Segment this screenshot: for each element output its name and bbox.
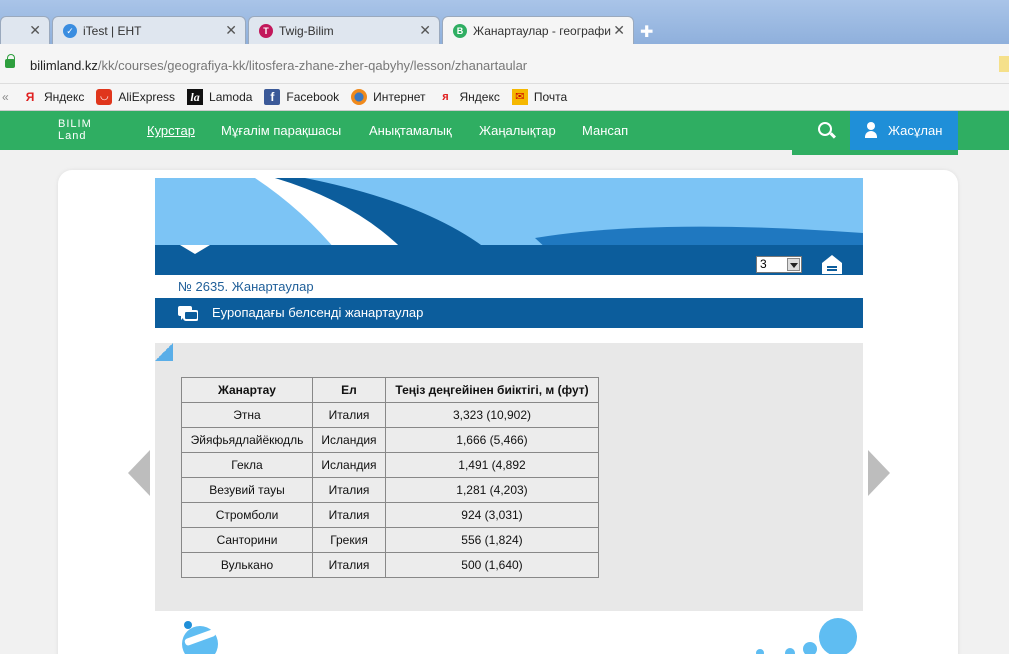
facebook-icon: f <box>264 89 281 105</box>
twig-favicon-icon: T <box>259 23 273 38</box>
new-tab-icon[interactable]: ✚ <box>640 22 653 42</box>
table-header-row: Жанартау Ел Теңіз деңгейінен биіктігі, м… <box>181 377 599 403</box>
cell-volcano: Вулькано <box>181 552 313 578</box>
nav-news[interactable]: Жаңалықтар <box>479 123 556 138</box>
mail-icon: ✉ <box>511 89 528 105</box>
bookmark-yandex-2[interactable]: я Яндекс <box>437 89 500 105</box>
firefox-icon <box>351 89 368 105</box>
extension-icon[interactable] <box>999 56 1009 72</box>
page-select[interactable]: 3 <box>756 256 802 273</box>
volcano-table: Жанартау Ел Теңіз деңгейінен биіктігі, м… <box>181 377 599 578</box>
close-tab-icon[interactable]: ✕ <box>613 22 625 39</box>
cell-volcano: Везувий тауы <box>181 477 313 503</box>
cell-volcano: Гекла <box>181 452 313 478</box>
user-icon <box>865 122 877 138</box>
cell-country: Грекия <box>312 527 386 553</box>
cell-country: Исландия <box>312 452 386 478</box>
table-row: Вулькано Италия 500 (1,640) <box>181 552 599 578</box>
cell-height: 1,281 (4,203) <box>385 477 599 503</box>
bookmarks-overflow-icon[interactable]: « <box>0 90 22 104</box>
bookmarks-bar: « Я Яндекс ◡ AliExpress la Lamoda f Face… <box>0 84 1009 111</box>
itest-favicon-icon: ✓ <box>63 23 77 38</box>
corner-fold <box>155 343 173 361</box>
cell-height: 1,491 (4,892 <box>385 452 599 478</box>
lesson-title: № 2635. Жанартаулар <box>178 279 314 294</box>
column-header: Жанартау <box>181 377 313 403</box>
tab-label: iTest | ЕНТ <box>83 23 142 38</box>
nav-teacher-page[interactable]: Мұғалім парақшасы <box>221 123 341 138</box>
nav-courses[interactable]: Курстар <box>147 123 195 138</box>
bilimland-favicon-icon: B <box>453 23 467 38</box>
table-row: Этна Италия 3,323 (10,902) <box>181 402 599 428</box>
cell-height: 3,323 (10,902) <box>385 402 599 428</box>
close-tab-icon[interactable]: ✕ <box>419 22 431 39</box>
bookmark-mail[interactable]: ✉ Почта <box>511 89 567 105</box>
lamoda-icon: la <box>187 89 204 105</box>
chevron-down-icon[interactable] <box>787 258 800 271</box>
cell-height: 1,666 (5,466) <box>385 427 599 453</box>
cell-country: Исландия <box>312 427 386 453</box>
close-tab-icon[interactable]: ✕ <box>29 22 41 39</box>
bookmark-lamoda[interactable]: la Lamoda <box>187 89 252 105</box>
bookmark-yandex[interactable]: Я Яндекс <box>22 89 85 105</box>
site-navbar: BILIM Land Курстар Мұғалім парақшасы Аны… <box>0 111 1009 150</box>
close-tab-icon[interactable]: ✕ <box>225 22 237 39</box>
table-row: Везувий тауы Италия 1,281 (4,203) <box>181 477 599 503</box>
bookmark-internet[interactable]: Интернет <box>351 89 425 105</box>
nav-reference[interactable]: Анықтамалық <box>369 123 452 138</box>
nav-career[interactable]: Мансап <box>582 123 628 138</box>
cell-height: 500 (1,640) <box>385 552 599 578</box>
home-icon[interactable] <box>821 254 843 274</box>
browser-tab-twig[interactable]: T Twig-Bilim ✕ <box>248 16 440 44</box>
column-header: Теңіз деңгейінен биіктігі, м (фут) <box>385 377 599 403</box>
cell-country: Италия <box>312 477 386 503</box>
cell-volcano: Эйяфьядлайёкюдль <box>181 427 313 453</box>
decoration-bubbles <box>756 618 857 654</box>
banner-pointer <box>180 245 210 254</box>
cell-height: 924 (3,031) <box>385 502 599 528</box>
address-bar[interactable]: bilimland.kz/kk/courses/geografiya-kk/li… <box>0 44 1009 84</box>
browser-tab-itest[interactable]: ✓ iTest | ЕНТ ✕ <box>52 16 246 44</box>
table-row: Санторини Грекия 556 (1,824) <box>181 527 599 553</box>
cell-volcano: Этна <box>181 402 313 428</box>
table-row: Эйяфьядлайёкюдль Исландия 1,666 (5,466) <box>181 427 599 453</box>
decoration-science-icon <box>182 621 218 654</box>
browser-tab-bar: ✕ ✓ iTest | ЕНТ ✕ T Twig-Bilim ✕ B Жанар… <box>0 0 1009 44</box>
browser-tab-active[interactable]: B Жанартаулар - географи ✕ <box>442 16 634 44</box>
table-row: Стромболи Италия 924 (3,031) <box>181 502 599 528</box>
url-text[interactable]: bilimland.kz/kk/courses/geografiya-kk/li… <box>30 58 527 73</box>
table-row: Гекла Исландия 1,491 (4,892 <box>181 452 599 478</box>
cell-height: 556 (1,824) <box>385 527 599 553</box>
bookmark-facebook[interactable]: f Facebook <box>264 89 339 105</box>
chat-icon <box>178 306 198 321</box>
user-button[interactable]: Жасұлан <box>850 111 958 150</box>
user-menu-underline <box>792 150 958 155</box>
prev-arrow-icon[interactable] <box>128 450 150 496</box>
lock-icon <box>5 54 15 68</box>
cell-volcano: Санторини <box>181 527 313 553</box>
cell-country: Италия <box>312 502 386 528</box>
yandex-icon: Я <box>25 90 35 104</box>
yandex-browser-icon: я <box>442 91 449 103</box>
browser-tab-0[interactable]: ✕ <box>0 16 50 44</box>
bookmark-aliexpress[interactable]: ◡ AliExpress <box>96 89 175 105</box>
cell-volcano: Стромболи <box>181 502 313 528</box>
search-icon[interactable] <box>818 122 832 136</box>
tab-label: Жанартаулар - географи <box>473 23 612 38</box>
aliexpress-icon: ◡ <box>96 89 113 105</box>
cell-country: Италия <box>312 552 386 578</box>
section-title: Еуропадағы белсенді жанартаулар <box>212 305 424 320</box>
cell-country: Италия <box>312 402 386 428</box>
bilimland-logo[interactable]: BILIM Land <box>58 118 92 142</box>
column-header: Ел <box>312 377 386 403</box>
tab-label: Twig-Bilim <box>279 23 334 38</box>
next-arrow-icon[interactable] <box>868 450 890 496</box>
